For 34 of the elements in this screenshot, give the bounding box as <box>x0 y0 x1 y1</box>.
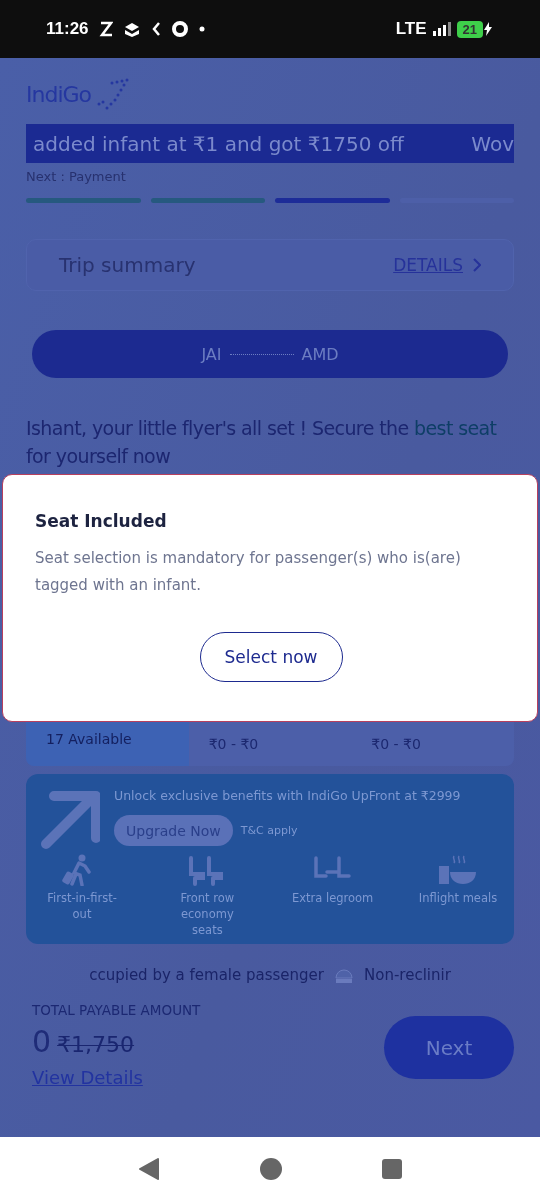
next-button[interactable]: Next <box>384 1016 514 1079</box>
network-label: LTE <box>395 19 427 39</box>
meal-icon <box>438 854 478 886</box>
select-now-button[interactable]: Select now <box>199 632 343 682</box>
z-icon <box>98 21 113 37</box>
feature-label: Inflight meals <box>417 890 499 906</box>
signal-icon <box>432 22 451 36</box>
destination-code: AMD <box>301 344 339 364</box>
legend-label: Non-reclinir <box>364 966 451 984</box>
upfront-offer-text: Unlock exclusive benefits with IndiGo UpFront at ₹2999 <box>114 788 461 803</box>
legend-label: ccupied by a female passenger <box>89 966 324 984</box>
dialog-title: Seat Included <box>35 511 168 531</box>
seat-icon <box>334 966 354 984</box>
terms-text: T&C apply <box>240 824 298 837</box>
diagonal-arrow-icon <box>40 788 100 850</box>
battery-level: 21 <box>456 20 483 38</box>
dialog-message: Seat selection is mandatory for passenger(s) who is(are) tagged with an infant. <box>35 548 462 596</box>
fare-tab[interactable]: ₹0 - ₹0 <box>351 712 514 766</box>
banner-text: added infant at ₹1 and got ₹1750 off <box>33 131 404 156</box>
clock: 11:26 <box>46 19 89 39</box>
feature-label: Extra legroom <box>291 890 375 906</box>
recents-icon[interactable] <box>381 1157 403 1180</box>
stack-icon <box>122 21 141 37</box>
fare-tab[interactable]: ₹0 - ₹0 <box>188 712 352 766</box>
banner-text: Wov <box>471 131 514 156</box>
back-icon[interactable] <box>137 1156 161 1181</box>
origin-code: JAI <box>201 344 222 364</box>
next-step-label: Next : Payment <box>26 169 127 184</box>
ring-icon <box>170 20 189 38</box>
feature-label: First-in-first-out <box>46 890 118 922</box>
chevron-icon <box>473 258 481 272</box>
dot-icon <box>198 26 205 32</box>
feature-label: Front row economy seats <box>179 890 236 938</box>
home-icon[interactable] <box>259 1156 283 1181</box>
